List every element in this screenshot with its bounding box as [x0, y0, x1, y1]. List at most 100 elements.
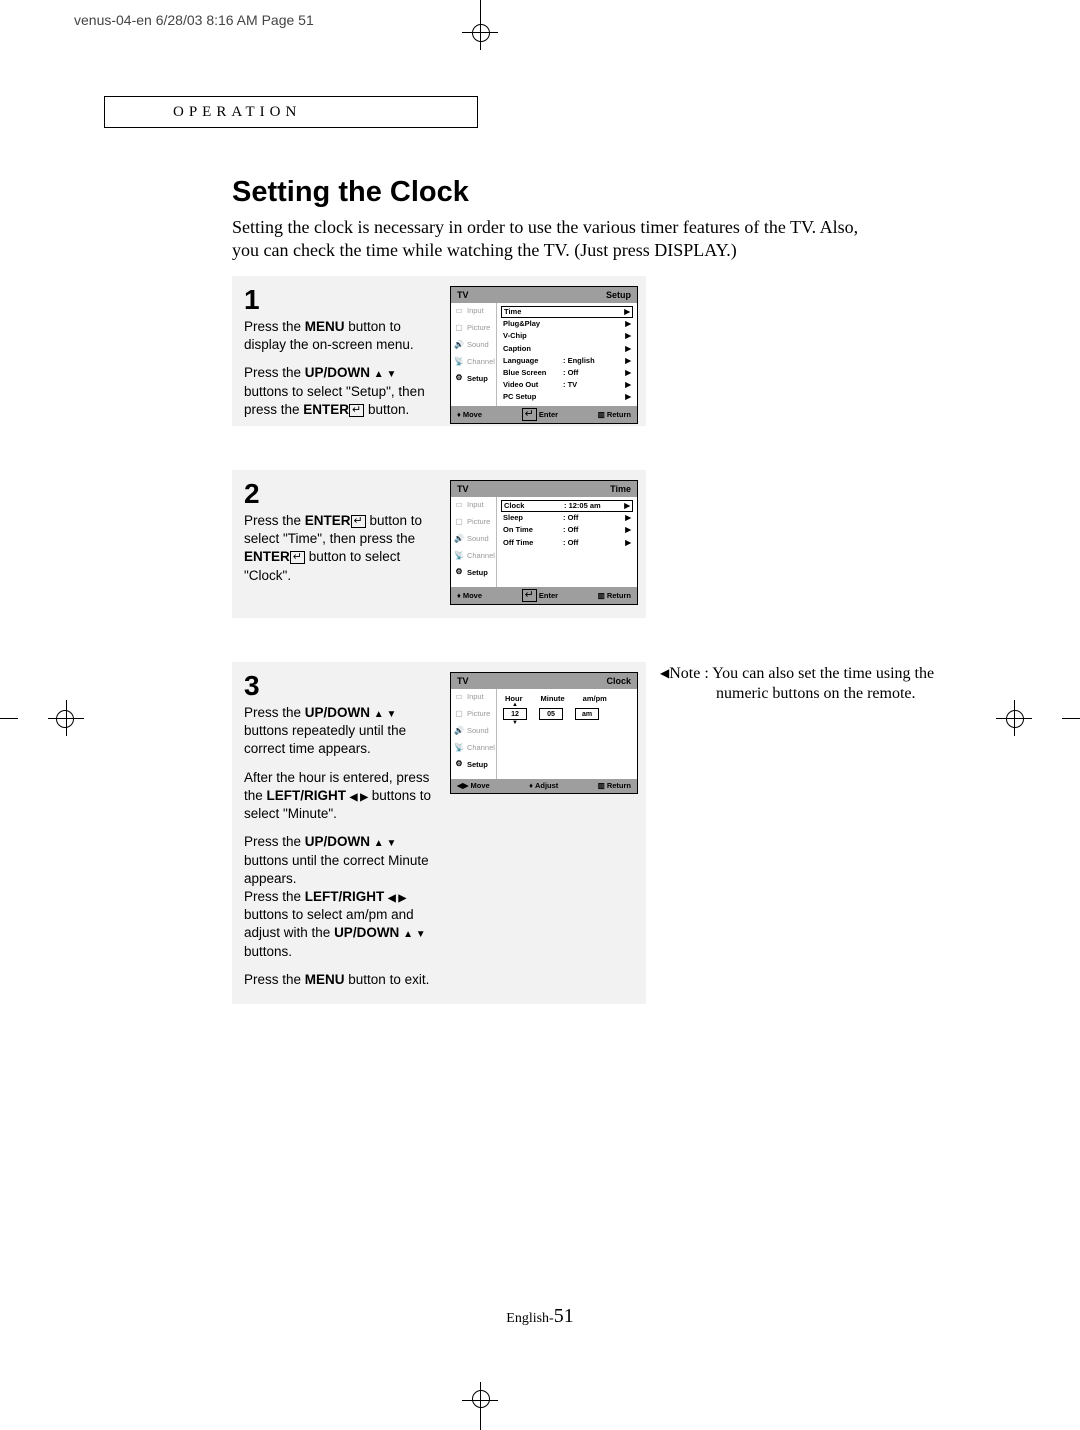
text: Press the [244, 319, 305, 334]
enter-label: ENTER [305, 513, 351, 528]
osd-row-caption: Caption▶ [501, 343, 633, 355]
crop-mark-right [996, 700, 1032, 736]
text: Press the [244, 705, 305, 720]
side-note: ◀Note : You can also set the time using … [660, 664, 948, 704]
step-1-block: 1 Press the MENU button to display the o… [232, 276, 646, 426]
up-down-icon: ▲ ▼ [374, 709, 397, 720]
sidebar-setup: Setup [467, 568, 488, 578]
osd-ftr-adjust: ♦ Adjust [529, 781, 558, 791]
osd-row-sleep: Sleep: Off▶ [501, 512, 633, 524]
osd-tv-label: TV [457, 675, 469, 687]
osd-ftr-enter: ↵ Enter [522, 408, 558, 421]
channel-icon: 📡 [454, 551, 464, 562]
osd-setup-panel: TV Setup ▭Input ▢Picture 🔊Sound 📡Channel… [450, 286, 638, 424]
setup-icon: ⚙ [454, 373, 464, 384]
setup-icon: ⚙ [454, 567, 464, 578]
page-title: Setting the Clock [232, 176, 469, 209]
leftright-label: LEFT/RIGHT [305, 889, 385, 904]
sidebar-channel: Channel [467, 357, 495, 367]
menu-button-label: MENU [305, 972, 345, 987]
osd-tv-label: TV [457, 289, 469, 301]
enter-icon: ↵ [290, 551, 305, 564]
osd-menu-title: Setup [606, 289, 631, 301]
osd-row-language: Language: English▶ [501, 355, 633, 367]
text: Press the [244, 365, 305, 380]
picture-icon: ▢ [454, 709, 464, 720]
text: Press the [244, 889, 305, 904]
sound-icon: 🔊 [454, 340, 464, 351]
sidebar-picture: Picture [467, 323, 490, 333]
note-text: You can also set the time using the nume… [712, 665, 934, 702]
footer-language: English- [506, 1311, 553, 1326]
left-right-icon: ◀ ▶ [350, 792, 368, 803]
step-3-block: 3 Press the UP/DOWN ▲ ▼ buttons repeated… [232, 662, 646, 1004]
crop-mark-bottom [462, 1386, 498, 1430]
osd-time-panel: TV Time ▭Input ▢Picture 🔊Sound 📡Channel … [450, 480, 638, 605]
sidebar-input: Input [467, 306, 484, 316]
osd-menu-title: Clock [606, 675, 631, 687]
input-icon: ▭ [454, 692, 464, 703]
left-right-icon: ◀ ▶ [388, 893, 406, 904]
sidebar-input: Input [467, 692, 484, 702]
osd-ftr-move: ♦ Move [457, 408, 482, 421]
osd-row-vchip: V-Chip▶ [501, 330, 633, 342]
text: buttons. [244, 944, 292, 959]
enter-label: ENTER [303, 402, 349, 417]
osd-row-plugplay: Plug&Play▶ [501, 318, 633, 330]
osd-ftr-return: ▥ Return [598, 781, 631, 791]
osd-sidebar: ▭Input ▢Picture 🔊Sound 📡Channel ⚙Setup [451, 689, 497, 779]
channel-icon: 📡 [454, 357, 464, 368]
text: buttons until the correct Minute appears… [244, 853, 429, 886]
osd-row-pcsetup: PC Setup▶ [501, 391, 633, 403]
sidebar-channel: Channel [467, 551, 495, 561]
step-2-block: 2 Press the ENTER↵ button to select "Tim… [232, 470, 646, 618]
sidebar-picture: Picture [467, 517, 490, 527]
menu-button-label: MENU [305, 319, 345, 334]
crop-mark-left [48, 700, 84, 736]
osd-menu-title: Time [610, 483, 631, 495]
input-icon: ▭ [454, 500, 464, 511]
print-slug: venus-04-en 6/28/03 8:16 AM Page 51 [74, 12, 314, 28]
updown-label: UP/DOWN [305, 705, 370, 720]
minute-value-box: 05 [539, 708, 563, 720]
enter-icon: ↵ [349, 404, 364, 417]
up-down-icon: ▲ ▼ [403, 929, 426, 940]
input-icon: ▭ [454, 306, 464, 317]
osd-sidebar: ▭Input ▢Picture 🔊Sound 📡Channel ⚙Setup [451, 497, 497, 587]
intro-paragraph: Setting the clock is necessary in order … [232, 216, 872, 262]
text: button. [364, 402, 409, 417]
updown-label: UP/DOWN [334, 925, 399, 940]
picture-icon: ▢ [454, 323, 464, 334]
osd-row-offtime: Off Time: Off▶ [501, 537, 633, 549]
sidebar-input: Input [467, 500, 484, 510]
osd-row-time: Time▶ [501, 306, 633, 318]
osd-row-ontime: On Time: Off▶ [501, 524, 633, 536]
osd-ftr-move: ♦ Move [457, 589, 482, 602]
enter-icon: ↵ [351, 515, 366, 528]
text: Press the [244, 972, 305, 987]
osd-tv-label: TV [457, 483, 469, 495]
setup-icon: ⚙ [454, 759, 464, 770]
text: Press the [244, 834, 305, 849]
osd-ftr-return: ▥ Return [598, 408, 631, 421]
ampm-value-box: am [575, 708, 599, 720]
col-ampm: am/pm [583, 694, 607, 704]
col-minute: Minute [541, 694, 565, 704]
text: button to exit. [345, 972, 430, 987]
osd-ftr-enter: ↵ Enter [522, 589, 558, 602]
section-header-box: OPERATION [104, 96, 478, 128]
leftright-label: LEFT/RIGHT [267, 788, 347, 803]
footer-page-number: 51 [554, 1305, 574, 1327]
osd-ftr-move: ◀▶ Move [457, 781, 490, 791]
osd-row-videoout: Video Out: TV▶ [501, 379, 633, 391]
up-down-icon: ▲ ▼ [374, 369, 397, 380]
osd-row-bluescreen: Blue Screen: Off▶ [501, 367, 633, 379]
updown-label: UP/DOWN [305, 365, 370, 380]
sidebar-sound: Sound [467, 726, 489, 736]
sidebar-sound: Sound [467, 534, 489, 544]
note-pointer-icon: ◀ [660, 666, 669, 680]
sidebar-setup: Setup [467, 374, 488, 384]
note-label: Note : [669, 665, 709, 682]
up-down-icon: ▲ ▼ [374, 838, 397, 849]
hour-value-box: 12 [503, 708, 527, 720]
